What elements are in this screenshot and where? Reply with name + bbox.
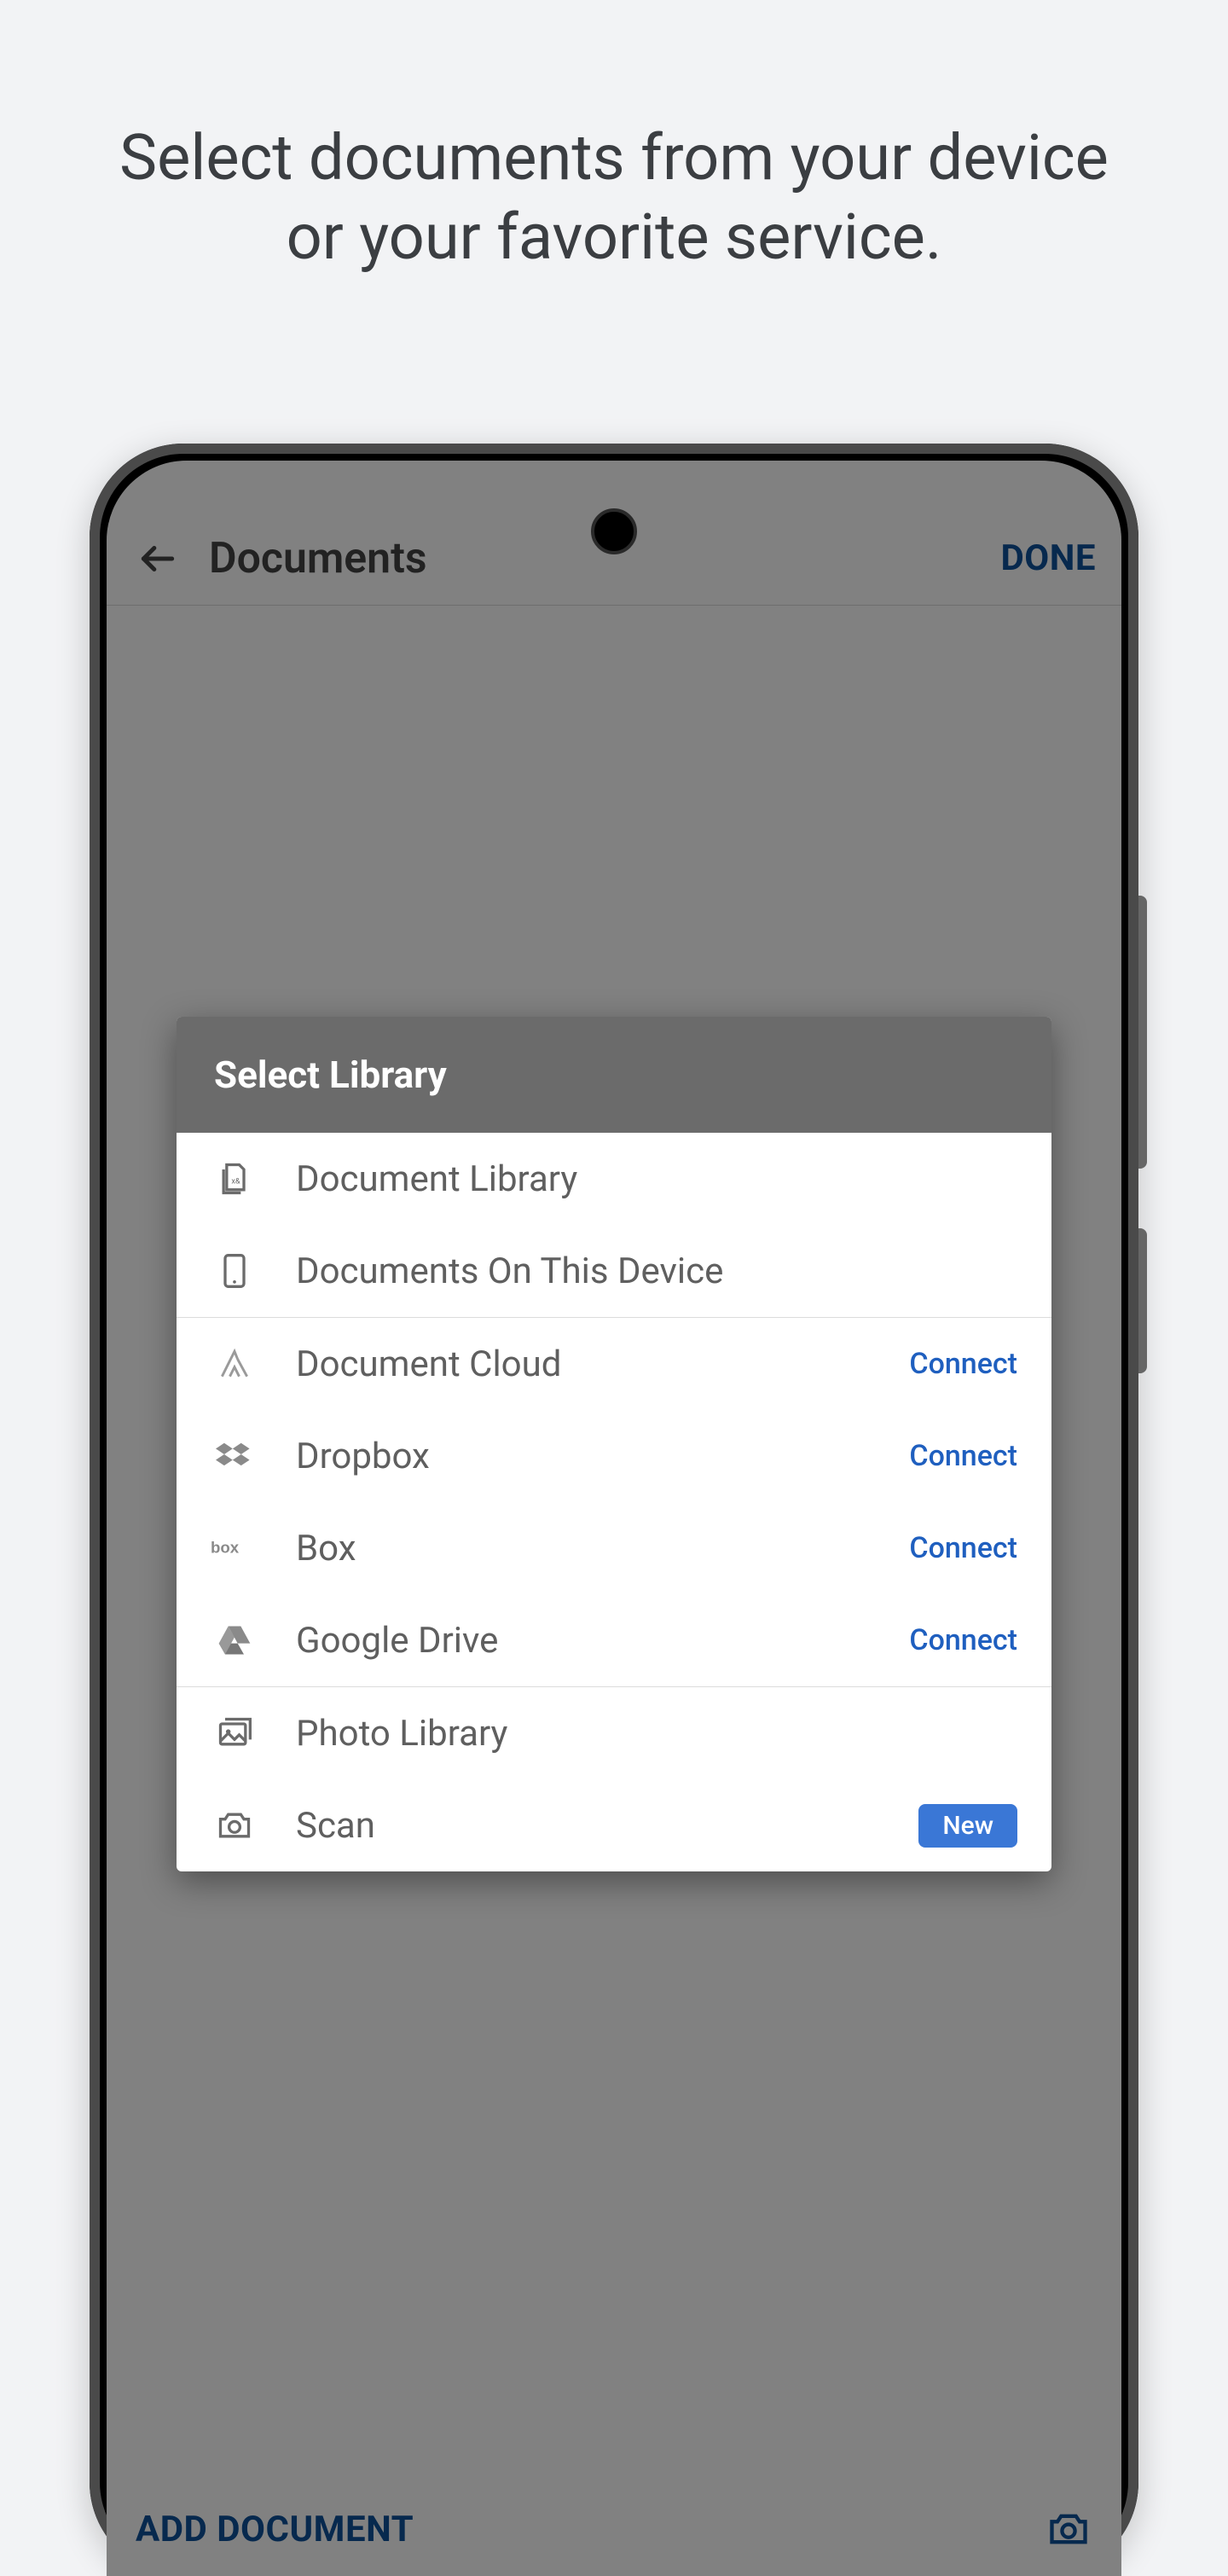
dropbox-icon bbox=[211, 1432, 258, 1480]
option-label: Scan bbox=[296, 1805, 918, 1847]
marketing-headline: Select documents from your device or you… bbox=[0, 0, 1228, 277]
svg-text:x&: x& bbox=[231, 1178, 240, 1186]
select-library-modal: Select Library x& Document Library bbox=[177, 1017, 1051, 1871]
svg-text:box: box bbox=[211, 1539, 240, 1557]
phone-side-button bbox=[1138, 1228, 1147, 1373]
option-box[interactable]: box Box Connect bbox=[177, 1502, 1051, 1594]
google-drive-icon bbox=[211, 1616, 258, 1664]
connect-link[interactable]: Connect bbox=[909, 1623, 1017, 1657]
option-documents-on-device[interactable]: Documents On This Device bbox=[177, 1225, 1051, 1317]
connect-link[interactable]: Connect bbox=[909, 1347, 1017, 1381]
connect-link[interactable]: Connect bbox=[909, 1531, 1017, 1565]
option-label: Documents On This Device bbox=[296, 1250, 1017, 1292]
phone-side-button bbox=[1138, 896, 1147, 1169]
box-icon: box bbox=[211, 1524, 258, 1572]
option-google-drive[interactable]: Google Drive Connect bbox=[177, 1594, 1051, 1686]
option-label: Photo Library bbox=[296, 1713, 1017, 1755]
option-label: Box bbox=[296, 1528, 909, 1569]
new-badge: New bbox=[918, 1804, 1017, 1848]
phone-frame: Documents DONE ADD DOCUMENT Select Libra… bbox=[90, 444, 1138, 2576]
option-label: Dropbox bbox=[296, 1436, 909, 1477]
option-document-cloud[interactable]: Document Cloud Connect bbox=[177, 1318, 1051, 1410]
adobe-cloud-icon bbox=[211, 1340, 258, 1388]
option-document-library[interactable]: x& Document Library bbox=[177, 1133, 1051, 1225]
option-photo-library[interactable]: Photo Library bbox=[177, 1687, 1051, 1779]
photo-library-icon bbox=[211, 1709, 258, 1757]
option-scan[interactable]: Scan New bbox=[177, 1779, 1051, 1871]
document-library-icon: x& bbox=[211, 1155, 258, 1203]
option-dropbox[interactable]: Dropbox Connect bbox=[177, 1410, 1051, 1502]
option-label: Document Cloud bbox=[296, 1343, 909, 1385]
camera-scan-icon bbox=[211, 1801, 258, 1849]
option-label: Document Library bbox=[296, 1158, 1017, 1200]
phone-camera-notch bbox=[591, 508, 637, 554]
connect-link[interactable]: Connect bbox=[909, 1439, 1017, 1473]
modal-title: Select Library bbox=[177, 1017, 1051, 1133]
phone-screen: Documents DONE ADD DOCUMENT Select Libra… bbox=[107, 461, 1121, 2576]
option-label: Google Drive bbox=[296, 1620, 909, 1662]
device-icon bbox=[211, 1247, 258, 1295]
